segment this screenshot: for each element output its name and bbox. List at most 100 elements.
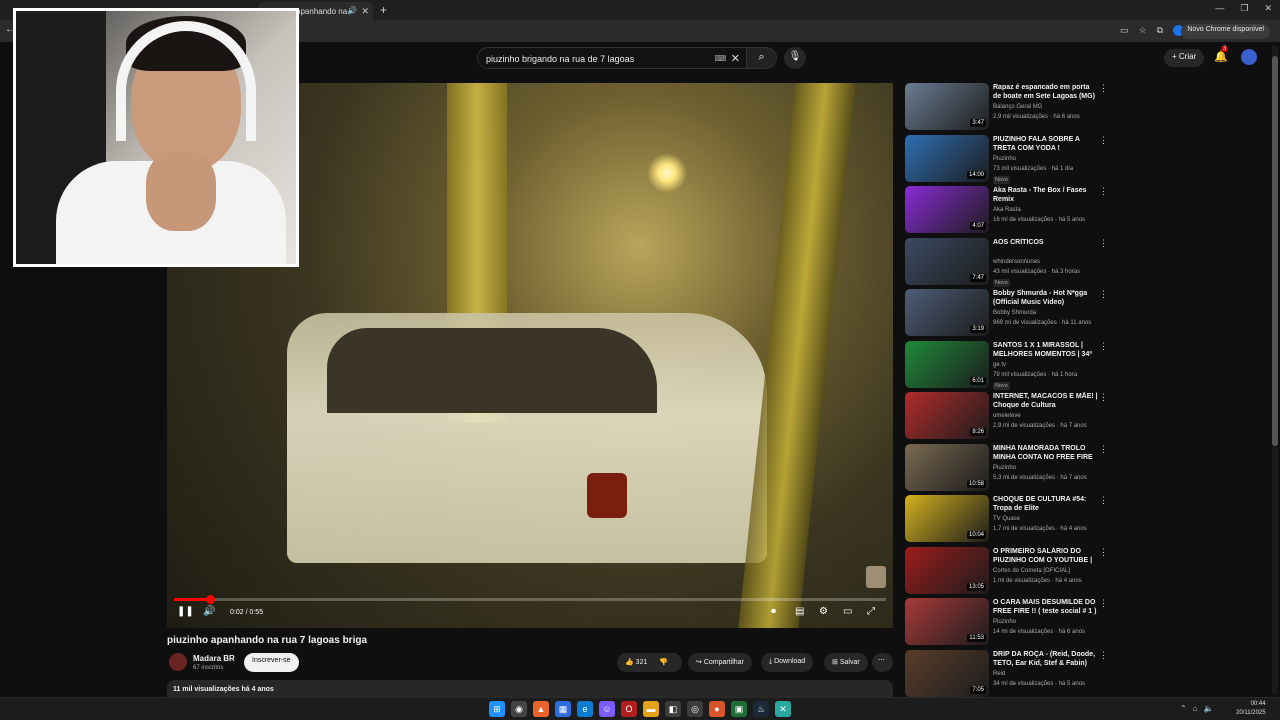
- recommendation-item[interactable]: 10:58 MINHA NAMORADA TROLO MINHA CONTA NO…: [905, 443, 1110, 493]
- new-tab-button[interactable]: +: [380, 3, 387, 17]
- recommendation-thumbnail[interactable]: 10:04: [905, 495, 989, 542]
- recommendation-thumbnail[interactable]: 11:53: [905, 598, 989, 645]
- more-actions-button[interactable]: ⋯: [872, 653, 893, 672]
- more-options-icon[interactable]: ⋮: [1099, 547, 1108, 558]
- bookmark-star-icon[interactable]: ☆: [1138, 25, 1146, 38]
- dislike-button[interactable]: 👎: [659, 659, 668, 666]
- voice-search-button[interactable]: 🎙: [784, 47, 806, 69]
- minimize-icon[interactable]: —: [1215, 3, 1224, 14]
- vlc-icon[interactable]: ▲: [533, 701, 549, 717]
- recommendation-item[interactable]: 4:07 Aka Rasta - The Box / Fases Remix Aka…: [905, 186, 1110, 235]
- cast-icon[interactable]: ▭: [1120, 25, 1129, 38]
- recommendation-thumbnail[interactable]: 7:05: [905, 649, 989, 697]
- channel-watermark[interactable]: [866, 566, 886, 588]
- recommendation-channel[interactable]: Reid: [993, 671, 1005, 677]
- recommendation-channel[interactable]: omeleteve: [993, 413, 1021, 419]
- volume-icon[interactable]: 🔊: [203, 606, 215, 617]
- recommendation-channel[interactable]: Bobby Shmurda: [993, 310, 1036, 316]
- like-button[interactable]: 👍 321: [625, 659, 647, 666]
- channel-avatar[interactable]: [169, 653, 187, 671]
- search-input[interactable]: piuzinho brigando na rua de 7 lagoas ⌨ ✕: [477, 47, 747, 69]
- recommendation-channel[interactable]: TV Quase: [993, 516, 1020, 522]
- recommendation-channel[interactable]: Piuzinho: [993, 156, 1016, 162]
- download-button[interactable]: ⤓ Download: [761, 653, 814, 672]
- taskbar-clock[interactable]: 00:44 20/11/2025: [1236, 700, 1266, 718]
- recommendation-item[interactable]: 7:47 AOS CRÍTICOS whindersonnunes 43 mil vi…: [905, 237, 1110, 287]
- network-icon[interactable]: ⌂: [1193, 704, 1198, 713]
- recommendation-title[interactable]: O CARA MAIS DESUMILDE DO FREE FIRE !! ( …: [993, 598, 1098, 616]
- progress-bar[interactable]: [174, 595, 886, 604]
- more-options-icon[interactable]: ⋮: [1099, 238, 1108, 249]
- recommendation-title[interactable]: MINHA NAMORADA TROLO MINHA CONTA NO FREE…: [993, 444, 1098, 462]
- subtitles-icon[interactable]: ▤: [795, 606, 804, 617]
- app-icon[interactable]: ◧: [665, 701, 681, 717]
- discord-icon[interactable]: ☺: [599, 701, 615, 717]
- more-options-icon[interactable]: ⋮: [1099, 135, 1108, 146]
- recommendation-channel[interactable]: Aka Rasta: [993, 207, 1021, 213]
- recommendation-thumbnail[interactable]: 14:00: [905, 134, 989, 182]
- subscribe-button[interactable]: Inscrever-se: [244, 653, 299, 672]
- recommendation-title[interactable]: Bobby Shmurda - Hot N*gga (Official Musi…: [993, 289, 1098, 307]
- recommendation-channel[interactable]: ge tv: [993, 362, 1006, 368]
- recommendation-thumbnail[interactable]: 3:47: [905, 83, 989, 130]
- recommendation-channel[interactable]: Piuzinho: [993, 619, 1016, 625]
- recommendation-thumbnail[interactable]: 4:07: [905, 186, 989, 233]
- recommendation-thumbnail[interactable]: 6:01: [905, 340, 989, 388]
- scrollbar-thumb[interactable]: [1272, 56, 1278, 446]
- recommendation-item[interactable]: 7:05 DRIP DA ROÇA - (Reid, Doode, TETO, E…: [905, 649, 1110, 699]
- more-options-icon[interactable]: ⋮: [1099, 650, 1108, 661]
- recommendation-channel[interactable]: whindersonnunes: [993, 259, 1040, 265]
- settings-gear-icon[interactable]: ⚙: [819, 606, 828, 617]
- recommendation-title[interactable]: SANTOS 1 X 1 MIRASSOL | MELHORES MOMENTO…: [993, 341, 1098, 360]
- recommendation-title[interactable]: Aka Rasta - The Box / Fases Remix: [993, 186, 1098, 204]
- recommendation-thumbnail[interactable]: 3:19: [905, 289, 989, 336]
- capcut-icon[interactable]: ✕: [775, 701, 791, 717]
- extensions-icon[interactable]: ⧉: [1157, 25, 1163, 38]
- keyboard-icon[interactable]: ⌨: [714, 54, 726, 63]
- recommendation-channel[interactable]: Cortes do Cometa [OFICIAL]: [993, 568, 1070, 574]
- miniplayer-icon[interactable]: ▭: [843, 606, 852, 617]
- recommendation-thumbnail[interactable]: 7:47: [905, 237, 989, 285]
- calendar-icon[interactable]: ▦: [555, 701, 571, 717]
- recommendation-title[interactable]: Rapaz é espancado em porta de boate em S…: [993, 83, 1098, 101]
- more-options-icon[interactable]: ⋮: [1099, 186, 1108, 197]
- recommendation-thumbnail[interactable]: 10:58: [905, 443, 989, 491]
- recommendation-item[interactable]: 8:26 INTERNET, MACACOS E MÃE! | Choque de…: [905, 392, 1110, 441]
- recommendation-item[interactable]: 14:00 PIUZINHO FALA SOBRE A TRETA COM YOD…: [905, 134, 1110, 184]
- recommendation-title[interactable]: AOS CRÍTICOS: [993, 238, 1098, 247]
- more-options-icon[interactable]: ⋮: [1099, 341, 1108, 352]
- pause-icon[interactable]: ❚❚: [177, 606, 194, 617]
- recommendation-item[interactable]: 13:05 O PRIMEIRO SALÁRIO DO PIUZINHO COM …: [905, 546, 1110, 596]
- recommendation-item[interactable]: 3:19 Bobby Shmurda - Hot N*gga (Official …: [905, 289, 1110, 338]
- more-options-icon[interactable]: ⋮: [1099, 598, 1108, 609]
- terminal-icon[interactable]: ▣: [731, 701, 747, 717]
- more-options-icon[interactable]: ⋮: [1099, 444, 1108, 455]
- windows-start-icon[interactable]: ⊞: [489, 701, 505, 717]
- window-close-icon[interactable]: ✕: [1264, 3, 1272, 14]
- share-button[interactable]: ↪ Compartilhar: [688, 653, 752, 672]
- recommendation-title[interactable]: DRIP DA ROÇA - (Reid, Doode, TETO, Ear K…: [993, 650, 1098, 668]
- recommendation-title[interactable]: PIUZINHO FALA SOBRE A TRETA COM YODA !: [993, 135, 1098, 153]
- recommendation-title[interactable]: CHOQUE DE CULTURA #54: Tropa de Elite: [993, 495, 1098, 513]
- chrome-update-button[interactable]: Novo Chrome disponível: [1181, 24, 1270, 39]
- more-options-icon[interactable]: ⋮: [1099, 289, 1108, 300]
- maximize-icon[interactable]: ❐: [1240, 3, 1248, 14]
- account-avatar[interactable]: [1241, 49, 1257, 65]
- progress-scrubber[interactable]: [205, 595, 215, 604]
- more-options-icon[interactable]: ⋮: [1099, 83, 1108, 94]
- speaker-icon[interactable]: 🔊: [347, 6, 357, 15]
- clear-icon[interactable]: ✕: [731, 52, 740, 65]
- recommendation-title[interactable]: INTERNET, MACACOS E MÃE! | Choque de Cul…: [993, 392, 1098, 410]
- recommendation-item[interactable]: 6:01 SANTOS 1 X 1 MIRASSOL | MELHORES MOM…: [905, 340, 1110, 390]
- fullscreen-icon[interactable]: ⤢: [867, 606, 875, 617]
- recommendation-channel[interactable]: Piuzinho: [993, 465, 1016, 471]
- obs-icon[interactable]: ◎: [687, 701, 703, 717]
- create-button[interactable]: + Criar: [1164, 49, 1205, 67]
- tray-chevron-icon[interactable]: ⌃: [1180, 704, 1187, 713]
- recommendation-thumbnail[interactable]: 8:26: [905, 392, 989, 439]
- chrome-icon[interactable]: ◉: [511, 701, 527, 717]
- recommendation-item[interactable]: 10:04 CHOQUE DE CULTURA #54: Tropa de Eli…: [905, 495, 1110, 544]
- speaker-tray-icon[interactable]: 🔈: [1204, 704, 1214, 713]
- steam-icon[interactable]: ♨: [753, 701, 769, 717]
- recommendation-title[interactable]: O PRIMEIRO SALÁRIO DO PIUZINHO COM O YOU…: [993, 547, 1098, 566]
